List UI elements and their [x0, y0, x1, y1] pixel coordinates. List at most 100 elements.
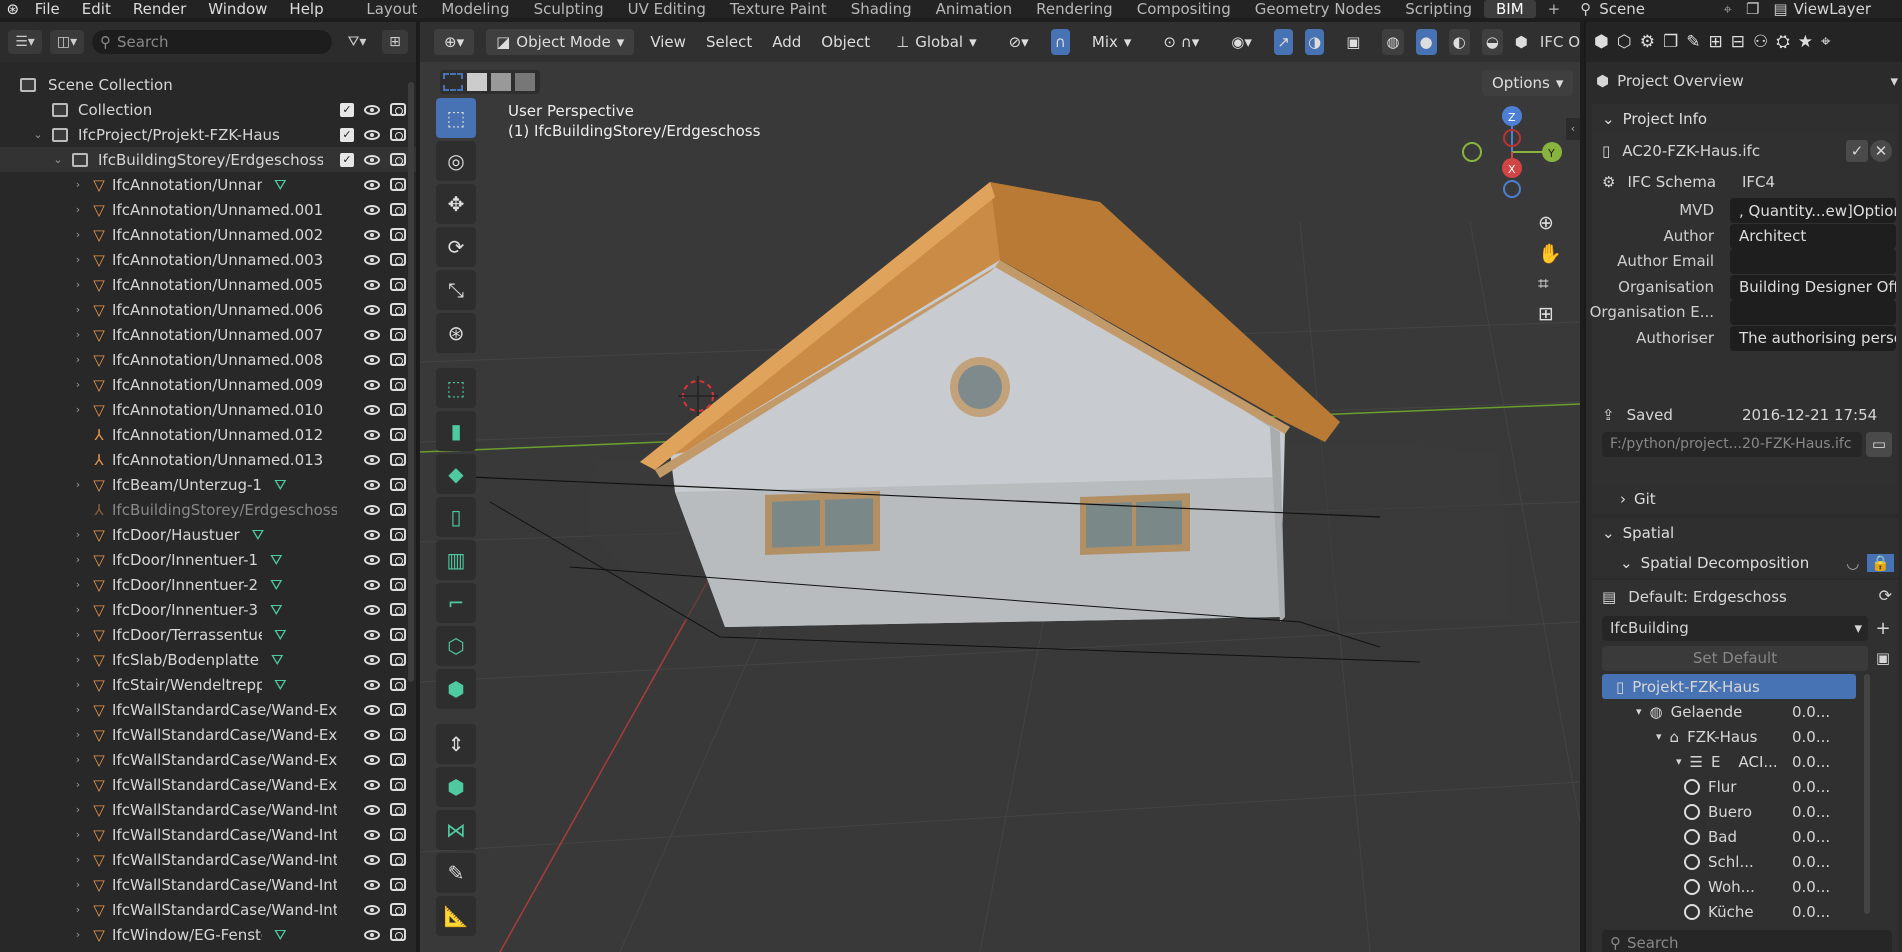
pivot-icon[interactable]: ⊘▾	[999, 29, 1039, 55]
modifier-icon[interactable]: ⛛	[274, 476, 287, 494]
display-mode-icon[interactable]: ◫▾	[50, 30, 84, 54]
annotate-tool-icon[interactable]: ✎	[436, 853, 476, 893]
menu-file[interactable]: File	[24, 0, 71, 18]
chevron-right-icon[interactable]: ›	[70, 603, 86, 616]
chevron-right-icon[interactable]: ›	[70, 903, 86, 916]
outliner-row[interactable]: › ▽ IfcSlab/Bodenplatte ⛛	[0, 647, 416, 672]
eye-icon[interactable]	[364, 854, 380, 865]
eye-icon[interactable]	[364, 829, 380, 840]
chevron-right-icon[interactable]: ›	[70, 828, 86, 841]
chevron-right-icon[interactable]: ›	[70, 678, 86, 691]
outliner-row[interactable]: › ▽ IfcWallStandardCase/Wand-Int	[0, 847, 416, 872]
spatial-tree-row[interactable]: ▾ ☰ E ACI... 0.0...	[1602, 749, 1856, 774]
tab-scripting[interactable]: Scripting	[1393, 0, 1484, 18]
chevron-right-icon[interactable]: ›	[70, 728, 86, 741]
spatial-decomposition-header[interactable]: ⌄ Spatial Decomposition ◡ 🔒	[1592, 548, 1898, 578]
eye-icon[interactable]	[364, 904, 380, 915]
outliner-row[interactable]: ⌄ IfcProject/Projekt-FZK-Haus ✓	[0, 122, 416, 147]
chevron-right-icon[interactable]: ›	[70, 703, 86, 716]
eye-icon[interactable]	[364, 379, 380, 390]
eye-icon[interactable]	[364, 929, 380, 940]
camera-icon[interactable]	[390, 878, 406, 891]
ifc-logo-icon[interactable]: ⬢	[1515, 33, 1528, 51]
pan-hand-icon[interactable]: ✋	[1538, 242, 1568, 265]
chevron-right-icon[interactable]: ›	[70, 303, 86, 316]
cursor-tool-icon[interactable]: ◎	[436, 141, 476, 181]
camera-icon[interactable]	[390, 103, 406, 116]
project-path-field[interactable]: F:/python/project...20-FZK-Haus.ifc	[1602, 432, 1862, 457]
outliner-row[interactable]: › ▽ IfcWallStandardCase/Wand-Int	[0, 897, 416, 922]
grid-view-icon[interactable]: ⊞	[1538, 303, 1568, 325]
select-extend-icon[interactable]	[467, 73, 487, 91]
eye-icon[interactable]	[364, 604, 380, 615]
chevron-right-icon[interactable]: ›	[70, 853, 86, 866]
tab-shading[interactable]: Shading	[839, 0, 924, 18]
camera-icon[interactable]	[390, 928, 406, 941]
orientation-dropdown[interactable]: ⊥ Global ▾	[886, 29, 986, 55]
close-project-icon[interactable]: ✕	[1870, 140, 1892, 162]
eye-icon[interactable]	[364, 579, 380, 590]
eye-icon[interactable]	[364, 354, 380, 365]
spatial-tree-row[interactable]: Küche 0.0...	[1602, 899, 1856, 924]
camera-icon[interactable]	[390, 653, 406, 666]
eye-icon[interactable]	[364, 629, 380, 640]
outliner-row[interactable]: › ▽ IfcDoor/Haustuer ⛛	[0, 522, 416, 547]
view-layer-icon[interactable]: ▤	[1767, 0, 1793, 18]
tab-structure-icon[interactable]: ⊞	[1708, 32, 1722, 52]
chevron-right-icon[interactable]: ›	[70, 928, 86, 941]
shading-rendered-icon[interactable]: ◒	[1481, 29, 1503, 55]
outliner-row[interactable]: ⅄ IfcBuildingStorey/Erdgeschoss	[0, 497, 416, 522]
outliner-row[interactable]: › ▽ IfcWindow/EG-Fenster-1 ⛛	[0, 922, 416, 947]
eye-icon[interactable]	[364, 679, 380, 690]
eye-icon[interactable]	[364, 879, 380, 890]
eye-icon[interactable]	[364, 504, 380, 515]
outliner-scrollbar[interactable]	[408, 82, 414, 682]
opening-tool-icon[interactable]: ⬡	[436, 626, 476, 666]
camera-icon[interactable]	[390, 228, 406, 241]
menu-window[interactable]: Window	[197, 0, 278, 18]
folder-icon[interactable]: ▭	[1866, 432, 1892, 457]
outliner-row[interactable]: › ▽ IfcDoor/Innentuer-1 ⛛	[0, 547, 416, 572]
menu-render[interactable]: Render	[122, 0, 197, 18]
space-tool-icon[interactable]: ⬢	[436, 767, 476, 807]
eye-icon[interactable]	[364, 729, 380, 740]
exclude-checkbox[interactable]: ✓	[340, 152, 354, 167]
view-layer-name[interactable]: ViewLayer	[1794, 0, 1902, 18]
camera-icon[interactable]: ⌗	[1538, 273, 1568, 295]
select-mode-group[interactable]	[440, 70, 540, 94]
camera-icon[interactable]	[390, 328, 406, 341]
eye-icon[interactable]	[364, 654, 380, 665]
camera-icon[interactable]	[390, 703, 406, 716]
tab-texture-paint[interactable]: Texture Paint	[718, 0, 839, 18]
chevron-down-icon[interactable]: ⌄	[30, 128, 46, 141]
outliner-row[interactable]: › ▽ IfcAnnotation/Unnamed.003	[0, 247, 416, 272]
modifier-icon[interactable]: ⛛	[252, 526, 265, 544]
outliner-row[interactable]: › ▽ IfcAnnotation/Unnamed.005	[0, 272, 416, 297]
chevron-right-icon[interactable]: ›	[70, 378, 86, 391]
modifier-icon[interactable]: ⛛	[270, 576, 283, 594]
scene-collection-row[interactable]: Scene Collection	[0, 72, 416, 97]
editor-type-icon[interactable]: ☰▾	[8, 30, 42, 54]
chevron-right-icon[interactable]: ›	[70, 628, 86, 641]
zoom-icon[interactable]: ⊕	[1538, 212, 1568, 234]
outliner-row[interactable]: › ▽ IfcDoor/Innentuer-2 ⛛	[0, 572, 416, 597]
transform-tool-icon[interactable]: ⊛	[436, 313, 476, 353]
tab-costing-icon[interactable]: ⊟	[1731, 32, 1745, 52]
field-input[interactable]: Architect	[1730, 223, 1896, 249]
eye-icon[interactable]	[364, 154, 380, 165]
eye-icon[interactable]	[364, 429, 380, 440]
house-model[interactable]	[469, 182, 1510, 663]
select-box-icon[interactable]	[443, 73, 463, 91]
camera-icon[interactable]	[390, 128, 406, 141]
outliner-row[interactable]: ⅄ IfcAnnotation/Unnamed.013	[0, 447, 416, 472]
bim-explore-tool-icon[interactable]: ⬚	[436, 368, 476, 408]
tab-modeling[interactable]: Modeling	[429, 0, 521, 18]
camera-icon[interactable]	[390, 903, 406, 916]
camera-icon[interactable]	[390, 453, 406, 466]
options-dropdown[interactable]: Options ▾	[1482, 70, 1574, 96]
chevron-right-icon[interactable]: ›	[70, 403, 86, 416]
eye-icon[interactable]	[364, 404, 380, 415]
outliner-row[interactable]: › ▽ IfcWallStandardCase/Wand-Ext	[0, 772, 416, 797]
spatial-search-input[interactable]: ⚲ Search	[1602, 930, 1892, 952]
field-input[interactable]: Building Designer Off...	[1730, 274, 1896, 300]
